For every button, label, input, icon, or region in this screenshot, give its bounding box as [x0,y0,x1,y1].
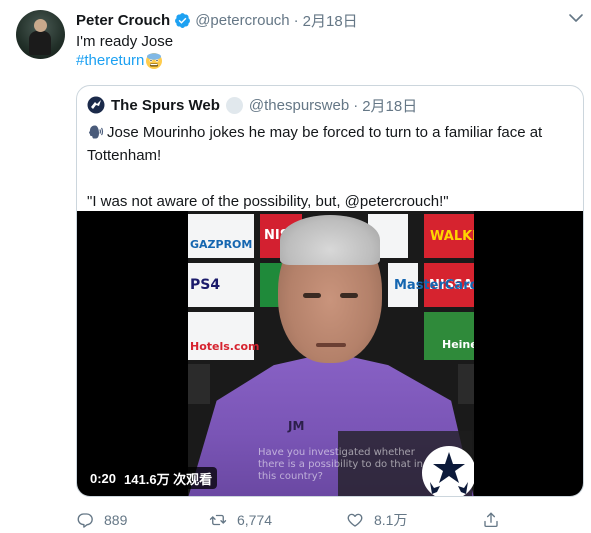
champions-league-starball-icon [422,446,474,496]
video-frame: GAZPROM NISSAN WALKERS PS4 NISSAN Hotels… [188,211,474,496]
avatar-figure-head [34,19,47,32]
face-emoji-icon [146,52,163,69]
quoted-tweet-date[interactable]: 2月18日 [362,95,417,116]
heart-icon [347,513,363,527]
speaking-head-icon [88,125,104,139]
quoted-author-handle[interactable]: @thespursweb [249,97,349,114]
hashtag-line: #thereturn [76,51,163,70]
sponsor-text: WALKERS [430,229,474,244]
like-button[interactable]: 8.1万 [346,509,407,531]
tweet: Peter Crouch @petercrouch · 2月18日 I'm re… [0,0,591,533]
sponsor-board [458,364,474,404]
retweet-count: 6,774 [237,512,273,528]
sponsor-text: PS4 [190,277,221,293]
video-duration: 0:20 [90,470,117,486]
video-info-badge: 0:20 141.6万 次观看 [85,467,218,489]
reply-button[interactable]: 889 [76,509,127,531]
quoted-tweet-card[interactable]: The Spurs Web @thespursweb · 2月18日 Jose … [76,85,584,497]
verified-badge-icon [175,12,191,28]
quoted-verified-placeholder [225,96,243,114]
video-view-count: 141.6万 次观看 [124,471,213,487]
tweet-header: Peter Crouch @petercrouch · 2月18日 [76,9,358,31]
sponsor-board [424,312,474,360]
person-hair [280,215,380,265]
quoted-tweet-header: The Spurs Web @thespursweb · 2月18日 [87,95,417,115]
person-mouth [316,343,346,347]
avatar-figure-body [29,31,51,55]
author-name[interactable]: Peter Crouch [76,12,170,29]
sponsor-text: GAZPROM [190,238,253,251]
separator-dot: · [293,11,299,29]
quoted-text-line-1: Jose Mourinho jokes he may be forced to … [87,124,543,164]
quoted-text-paragraph-1: Jose Mourinho jokes he may be forced to … [87,121,577,167]
share-button[interactable] [482,509,510,531]
sponsor-board [188,214,254,258]
spurs-logo-icon [87,96,105,114]
quoted-separator-dot: · [353,96,359,114]
reply-count: 889 [104,512,128,528]
shirt-initials: JM [288,419,305,433]
like-count: 8.1万 [374,512,408,528]
avatar[interactable] [16,10,65,59]
tweet-actions: 889 6,774 8.1万 [76,509,576,533]
reply-icon [77,513,93,528]
sponsor-text: MasterCard [394,278,474,293]
share-icon [484,512,498,528]
person-eye [303,293,321,298]
retweet-icon [209,514,227,526]
person-eye [340,293,358,298]
sponsor-text: Hotels.com [190,340,260,353]
video-subtitle: Have you investigated whether there is a… [258,447,423,482]
sponsor-text: Heineken [442,338,474,351]
quoted-text-line-2: "I was not aware of the possibility, but… [87,193,449,210]
tweet-date[interactable]: 2月18日 [303,10,358,31]
quoted-tweet-text: Jose Mourinho jokes he may be forced to … [87,121,577,213]
chevron-down-icon[interactable] [568,11,584,25]
quoted-author-name[interactable]: The Spurs Web [111,97,220,114]
hashtag-link[interactable]: #thereturn [76,51,144,70]
video-player[interactable]: GAZPROM NISSAN WALKERS PS4 NISSAN Hotels… [77,211,583,496]
tweet-text: I'm ready Jose [76,33,174,50]
retweet-button[interactable]: 6,774 [209,509,272,531]
sponsor-board [188,364,210,404]
author-handle[interactable]: @petercrouch [195,12,289,29]
